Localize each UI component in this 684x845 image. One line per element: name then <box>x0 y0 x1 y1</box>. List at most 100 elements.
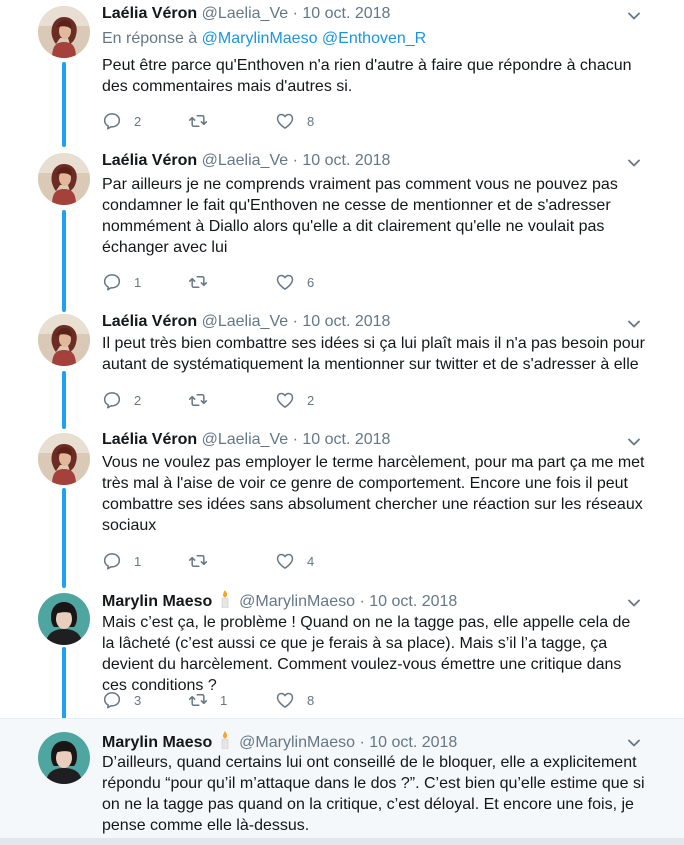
author-handle[interactable]: @Laelia_Ve <box>202 431 289 448</box>
tweet[interactable]: Laélia Véron @Laelia_Ve · 10 oct. 2018 V… <box>0 425 684 585</box>
author-name[interactable]: Marylin Maeso <box>102 734 212 751</box>
tweet[interactable]: Laélia Véron @Laelia_Ve · 10 oct. 2018 I… <box>0 308 684 425</box>
retweet-icon <box>188 690 208 710</box>
avatar[interactable] <box>38 732 90 784</box>
avatar[interactable] <box>38 6 90 58</box>
retweet-icon <box>188 551 208 571</box>
author-name[interactable]: Laélia Véron <box>102 152 197 169</box>
tweet-header: Laélia Véron @Laelia_Ve · 10 oct. 2018 <box>102 430 390 450</box>
tweet-actions: 1 6 <box>102 272 362 292</box>
tweet-text: D’ailleurs, quand certains lui ont conse… <box>102 754 645 834</box>
caret-down-icon[interactable] <box>626 155 642 171</box>
like-icon <box>275 390 295 410</box>
author-handle[interactable]: @Laelia_Ve <box>202 313 289 330</box>
like-icon <box>275 111 295 131</box>
retweet-count: 1 <box>220 692 228 708</box>
reply-count: 1 <box>134 274 142 290</box>
author-handle[interactable]: @Laelia_Ve <box>202 5 289 22</box>
like-button[interactable]: 8 <box>275 111 314 131</box>
reply-count: 2 <box>134 113 142 129</box>
avatar[interactable] <box>38 433 90 485</box>
caret-down-icon[interactable] <box>626 434 642 450</box>
like-count: 8 <box>307 692 315 708</box>
reply-icon <box>102 551 122 571</box>
reply-count: 1 <box>134 553 142 569</box>
tweet[interactable]: Laélia Véron @Laelia_Ve · 10 oct. 2018 P… <box>0 147 684 308</box>
tweet-text: Vous ne voulez pas employer le terme har… <box>102 454 645 534</box>
author-handle[interactable]: @Laelia_Ve <box>202 152 289 169</box>
tweet-header: Laélia Véron @Laelia_Ve · 10 oct. 2018 <box>102 312 390 332</box>
candle-icon <box>219 731 231 749</box>
reply-button[interactable]: 1 <box>102 551 141 571</box>
tweet-header: Laélia Véron @Laelia_Ve · 10 oct. 2018 <box>102 4 390 24</box>
tweet-date[interactable]: 10 oct. 2018 <box>302 152 390 169</box>
tweet[interactable]: Laélia Véron @Laelia_Ve · 10 oct. 2018 E… <box>0 0 684 147</box>
reply-button[interactable]: 2 <box>102 390 141 410</box>
caret-down-icon[interactable] <box>626 8 642 24</box>
tweet-date[interactable]: 10 oct. 2018 <box>302 5 390 22</box>
reply-button[interactable]: 2 <box>102 111 141 131</box>
tweet-date[interactable]: 10 oct. 2018 <box>302 313 390 330</box>
like-button[interactable]: 6 <box>275 272 314 292</box>
tweet-focused[interactable]: Marylin Maeso @MarylinMaeso · 10 oct. 20… <box>0 718 684 838</box>
tweet-text: Il peut très bien combattre ses idées si… <box>102 335 645 373</box>
like-count: 6 <box>307 274 315 290</box>
reply-button[interactable]: 1 <box>102 272 141 292</box>
retweet-button[interactable] <box>188 390 220 410</box>
mention-link[interactable]: @MarylinMaeso <box>202 30 318 47</box>
tweet-actions: 3 1 8 <box>102 690 362 710</box>
separator: · <box>359 593 365 610</box>
like-button[interactable]: 4 <box>275 551 314 571</box>
reply-count: 3 <box>134 692 142 708</box>
separator: · <box>292 152 298 169</box>
tweet[interactable]: Marylin Maeso @MarylinMaeso · 10 oct. 20… <box>0 585 684 718</box>
tweet-actions: 1 4 <box>102 551 362 571</box>
reply-count: 2 <box>134 392 142 408</box>
tweet-text: Par ailleurs je ne comprends vraiment pa… <box>102 176 618 256</box>
retweet-button[interactable] <box>188 551 220 571</box>
like-count: 4 <box>307 553 315 569</box>
avatar[interactable] <box>38 314 90 366</box>
author-name[interactable]: Marylin Maeso <box>102 593 212 610</box>
tweet-date[interactable]: 10 oct. 2018 <box>369 734 457 751</box>
author-name[interactable]: Laélia Véron <box>102 5 197 22</box>
retweet-icon <box>188 272 208 292</box>
author-name[interactable]: Laélia Véron <box>102 313 197 330</box>
divider <box>0 718 684 719</box>
mention-link[interactable]: @Enthoven_R <box>322 30 426 47</box>
reply-icon <box>102 690 122 710</box>
separator: · <box>359 734 365 751</box>
caret-down-icon[interactable] <box>626 316 642 332</box>
tweet-text: Mais c’est ça, le problème ! Quand on ne… <box>102 614 631 694</box>
author-name[interactable]: Laélia Véron <box>102 431 197 448</box>
author-handle[interactable]: @MarylinMaeso <box>239 593 355 610</box>
reply-icon <box>102 111 122 131</box>
caret-down-icon[interactable] <box>626 735 642 751</box>
reply-prefix: En réponse à <box>102 30 198 47</box>
caret-down-icon[interactable] <box>626 595 642 611</box>
candle-icon <box>219 590 231 608</box>
tweet-date[interactable]: 10 oct. 2018 <box>302 431 390 448</box>
tweet-actions: 2 2 <box>102 390 362 410</box>
retweet-button[interactable]: 1 <box>188 690 227 710</box>
like-button[interactable]: 2 <box>275 390 314 410</box>
avatar[interactable] <box>38 593 90 645</box>
retweet-icon <box>188 111 208 131</box>
like-icon <box>275 551 295 571</box>
reply-context: En réponse à @MarylinMaeso @Enthoven_R <box>102 29 426 49</box>
retweet-button[interactable] <box>188 272 220 292</box>
author-handle[interactable]: @MarylinMaeso <box>239 734 355 751</box>
like-button[interactable]: 8 <box>275 690 314 710</box>
reply-icon <box>102 272 122 292</box>
like-icon <box>275 690 295 710</box>
separator: · <box>292 431 298 448</box>
tweet-text: Peut être parce qu'Enthoven n'a rien d'a… <box>102 57 632 95</box>
like-count: 8 <box>307 113 315 129</box>
like-count: 2 <box>307 392 315 408</box>
bottom-toolbar-edge <box>0 838 684 845</box>
separator: · <box>292 313 298 330</box>
retweet-button[interactable] <box>188 111 220 131</box>
avatar[interactable] <box>38 153 90 205</box>
reply-button[interactable]: 3 <box>102 690 141 710</box>
tweet-date[interactable]: 10 oct. 2018 <box>369 593 457 610</box>
